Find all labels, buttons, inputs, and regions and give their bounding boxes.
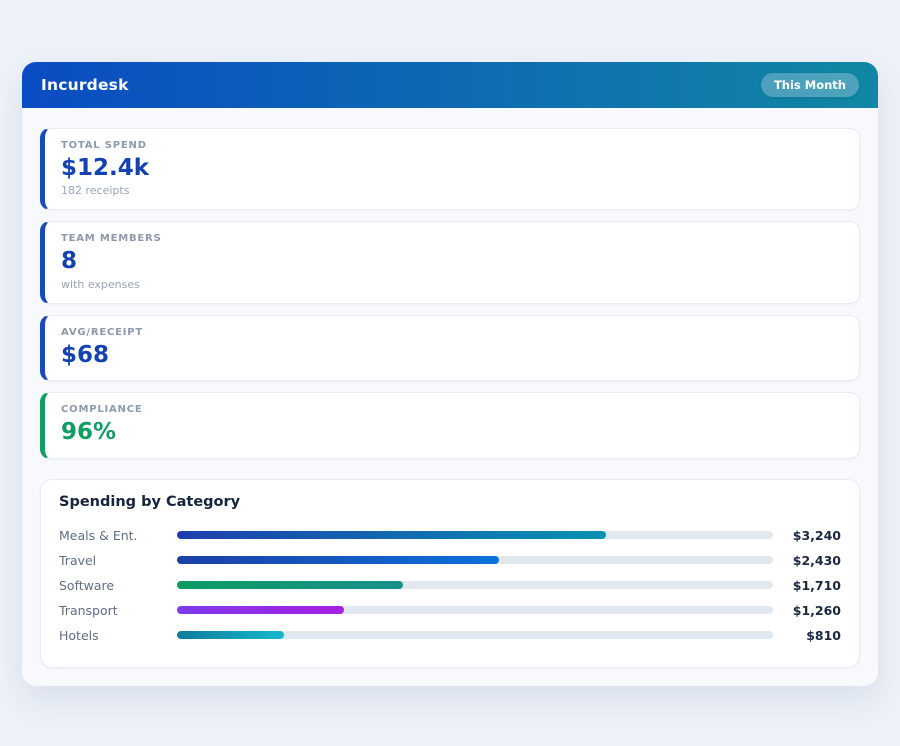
stat-card-avg-receipt: AVG/RECEIPT $68 [40, 315, 860, 381]
category-bar-track [177, 631, 773, 639]
category-bar-fill [177, 531, 606, 539]
category-value: $3,240 [773, 528, 841, 543]
chart-title: Spending by Category [59, 494, 841, 510]
stat-label: COMPLIANCE [61, 404, 843, 415]
category-value: $1,260 [773, 603, 841, 618]
category-row-hotels: Hotels $810 [59, 623, 841, 648]
category-label: Travel [59, 553, 177, 568]
category-bar-track [177, 581, 773, 589]
stat-label: TEAM MEMBERS [61, 233, 843, 244]
category-row-transport: Transport $1,260 [59, 598, 841, 623]
period-badge[interactable]: This Month [761, 73, 859, 97]
category-value: $2,430 [773, 553, 841, 568]
stat-card-compliance: COMPLIANCE 96% [40, 392, 860, 458]
category-label: Software [59, 578, 177, 593]
stat-value: $68 [61, 342, 843, 368]
stat-card-team-members: TEAM MEMBERS 8 with expenses [40, 221, 860, 303]
stat-value: 96% [61, 419, 843, 445]
stat-value: $12.4k [61, 155, 843, 181]
stat-label: TOTAL SPEND [61, 140, 843, 151]
stat-subtext: with expenses [61, 278, 843, 291]
stat-subtext: 182 receipts [61, 184, 843, 197]
category-row-travel: Travel $2,430 [59, 548, 841, 573]
stat-label: AVG/RECEIPT [61, 327, 843, 338]
app-header: Incurdesk This Month [22, 62, 878, 108]
category-bar-track [177, 606, 773, 614]
category-bar-fill [177, 581, 403, 589]
category-row-meals: Meals & Ent. $3,240 [59, 523, 841, 548]
category-bar-fill [177, 556, 499, 564]
category-bar-fill [177, 631, 284, 639]
dashboard-content: TOTAL SPEND $12.4k 182 receipts TEAM MEM… [22, 108, 878, 668]
dashboard-panel: Incurdesk This Month TOTAL SPEND $12.4k … [22, 62, 878, 686]
category-bar-track [177, 531, 773, 539]
category-label: Hotels [59, 628, 177, 643]
spending-by-category-card: Spending by Category Meals & Ent. $3,240… [40, 479, 860, 668]
category-row-software: Software $1,710 [59, 573, 841, 598]
stat-value: 8 [61, 248, 843, 274]
category-value: $810 [773, 628, 841, 643]
category-value: $1,710 [773, 578, 841, 593]
stat-card-total-spend: TOTAL SPEND $12.4k 182 receipts [40, 128, 860, 210]
category-label: Meals & Ent. [59, 528, 177, 543]
app-title: Incurdesk [41, 76, 129, 94]
category-bar-fill [177, 606, 344, 614]
category-bar-track [177, 556, 773, 564]
category-label: Transport [59, 603, 177, 618]
